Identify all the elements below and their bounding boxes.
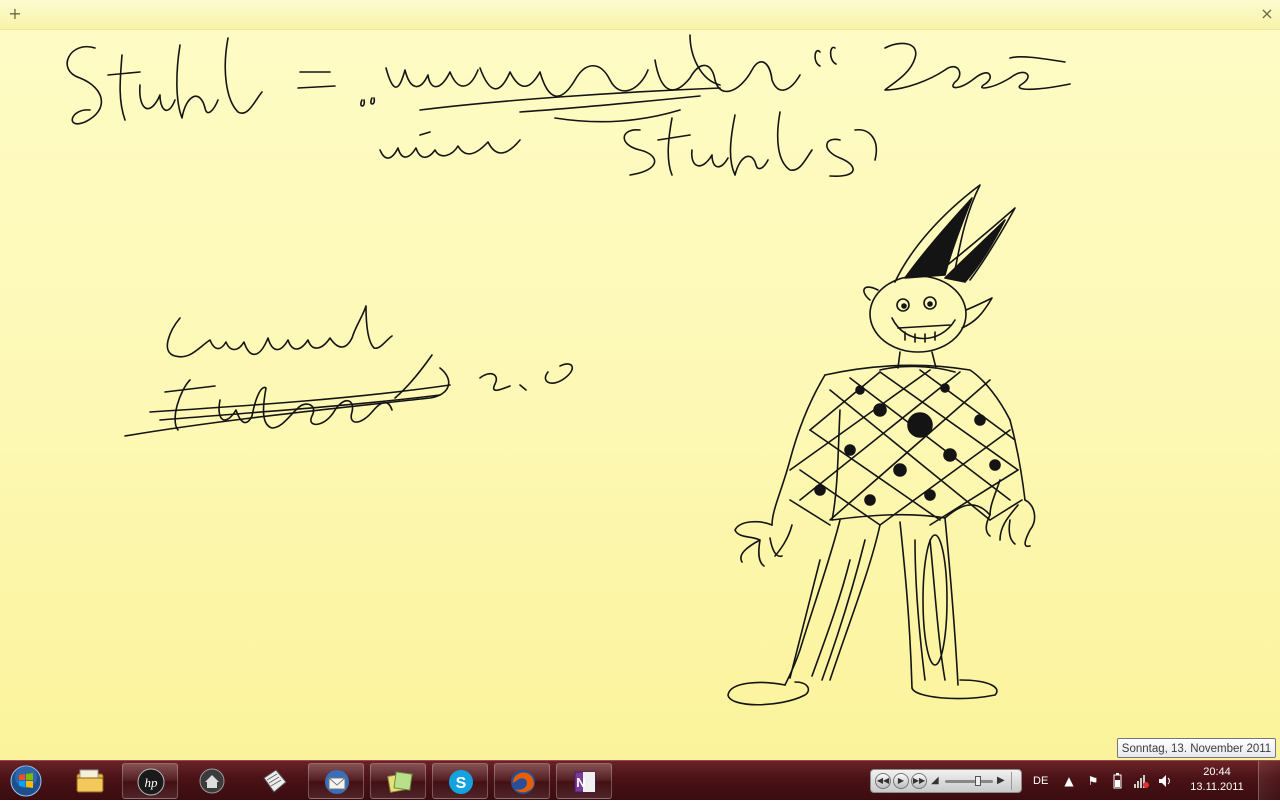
battery-icon bbox=[1113, 773, 1122, 789]
clock-time: 20:44 bbox=[1203, 766, 1231, 778]
show-desktop-button[interactable] bbox=[1258, 761, 1280, 801]
notes-app-icon bbox=[263, 769, 287, 793]
skype-icon: S bbox=[449, 770, 473, 794]
network-button[interactable] bbox=[1132, 772, 1150, 790]
taskbar-explorer[interactable] bbox=[62, 763, 118, 799]
volume-button[interactable] bbox=[1156, 772, 1174, 790]
ink-handwriting-line-1 bbox=[66, 34, 1071, 125]
ink-handwriting-line-2 bbox=[379, 111, 877, 177]
taskbar: hp S N ◀◀ ▶ ▶▶ ◢ ▶ DE ▲ ⚑ 20:44 13.11.20… bbox=[0, 760, 1280, 801]
taskbar-notes-app[interactable] bbox=[246, 763, 302, 799]
hp-icon: hp bbox=[137, 768, 165, 796]
ink-crossed-word bbox=[124, 354, 574, 437]
forward-icon: ▶▶ bbox=[912, 776, 926, 785]
start-orb-icon bbox=[10, 765, 42, 797]
system-clock[interactable]: 20:44 13.11.2011 bbox=[1184, 765, 1250, 797]
mute-icon[interactable]: ◢ bbox=[931, 775, 941, 787]
start-button[interactable] bbox=[6, 764, 46, 798]
volume-slider[interactable] bbox=[945, 776, 993, 786]
next-track-button[interactable]: ▶▶ bbox=[911, 773, 927, 789]
ink-jester-drawing bbox=[727, 184, 1036, 706]
taskbar-hp[interactable]: hp bbox=[122, 763, 178, 799]
handwritten-ink-canvas[interactable] bbox=[0, 0, 1280, 760]
volume-icon bbox=[1159, 775, 1170, 787]
onenote-icon: N bbox=[574, 771, 596, 793]
windows-explorer-icon bbox=[76, 769, 104, 793]
battery-button[interactable] bbox=[1108, 772, 1126, 790]
ink-word-langeweile bbox=[166, 305, 393, 358]
speaker-icon: ▶ bbox=[997, 775, 1005, 786]
previous-track-button[interactable]: ◀◀ bbox=[875, 773, 891, 789]
home-icon bbox=[199, 768, 225, 794]
action-center-button[interactable]: ⚑ bbox=[1084, 772, 1102, 790]
network-signal-icon bbox=[1134, 775, 1149, 788]
sticky-note[interactable]: + × bbox=[0, 0, 1280, 760]
clock-date: 13.11.2011 bbox=[1190, 781, 1244, 793]
taskbar-onenote[interactable]: N bbox=[556, 763, 612, 799]
taskbar-sticky-notes[interactable] bbox=[370, 763, 426, 799]
taskbar-home[interactable] bbox=[184, 763, 240, 799]
firefox-icon bbox=[511, 770, 535, 794]
language-indicator[interactable]: DE bbox=[1033, 771, 1055, 791]
taskbar-firefox[interactable] bbox=[494, 763, 550, 799]
clock-tooltip: Sonntag, 13. November 2011 bbox=[1117, 738, 1276, 758]
play-icon: ▶ bbox=[897, 776, 905, 785]
volume-slider-thumb[interactable] bbox=[975, 776, 981, 786]
flag-icon: ⚑ bbox=[1087, 774, 1099, 788]
svg-text:N: N bbox=[576, 775, 585, 790]
taskbar-thunderbird[interactable] bbox=[308, 763, 364, 799]
taskbar-skype[interactable]: S bbox=[432, 763, 488, 799]
media-restore-button[interactable] bbox=[1011, 772, 1020, 790]
show-hidden-icons-button[interactable]: ▲ bbox=[1060, 772, 1078, 790]
play-button[interactable]: ▶ bbox=[893, 773, 909, 789]
rewind-icon: ◀◀ bbox=[876, 776, 890, 785]
sticky-notes-icon bbox=[387, 771, 413, 793]
thunderbird-icon bbox=[325, 770, 349, 794]
svg-text:hp: hp bbox=[145, 775, 159, 790]
svg-text:S: S bbox=[456, 775, 467, 792]
chevron-up-icon: ▲ bbox=[1064, 774, 1074, 788]
media-player-toolbar[interactable]: ◀◀ ▶ ▶▶ ◢ ▶ bbox=[870, 769, 1022, 793]
